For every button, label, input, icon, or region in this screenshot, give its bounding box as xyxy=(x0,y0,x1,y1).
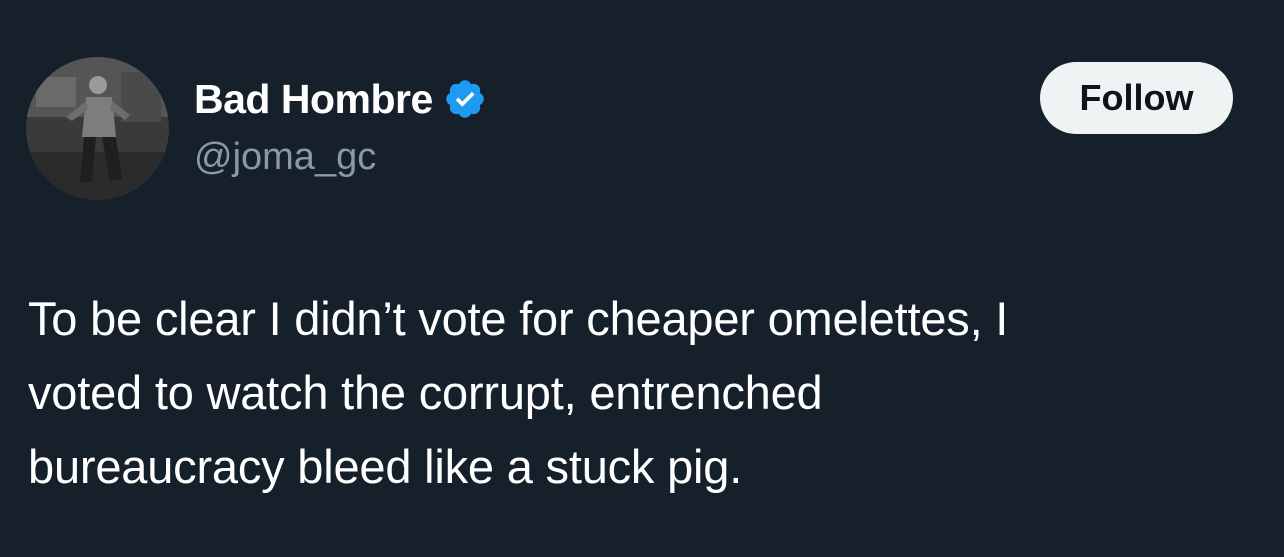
tweet-text: To be clear I didn’t vote for cheaper om… xyxy=(28,282,1248,504)
follow-button[interactable]: Follow xyxy=(1040,62,1233,134)
tweet-card: Bad Hombre @joma_gc Follow To be clear I… xyxy=(0,0,1284,557)
tweet-text-line: To be clear I didn’t vote for cheaper om… xyxy=(28,292,1009,345)
author-name-row: Bad Hombre xyxy=(194,74,487,124)
avatar-photo xyxy=(26,57,169,200)
tweet-text-line: voted to watch the corrupt, entrenched xyxy=(28,366,823,419)
author-display-name[interactable]: Bad Hombre xyxy=(194,76,433,123)
tweet-text-line: bureaucracy bleed like a stuck pig. xyxy=(28,440,743,493)
verified-badge-icon[interactable] xyxy=(443,77,487,121)
author-handle[interactable]: @joma_gc xyxy=(194,136,376,179)
avatar[interactable] xyxy=(26,57,169,200)
